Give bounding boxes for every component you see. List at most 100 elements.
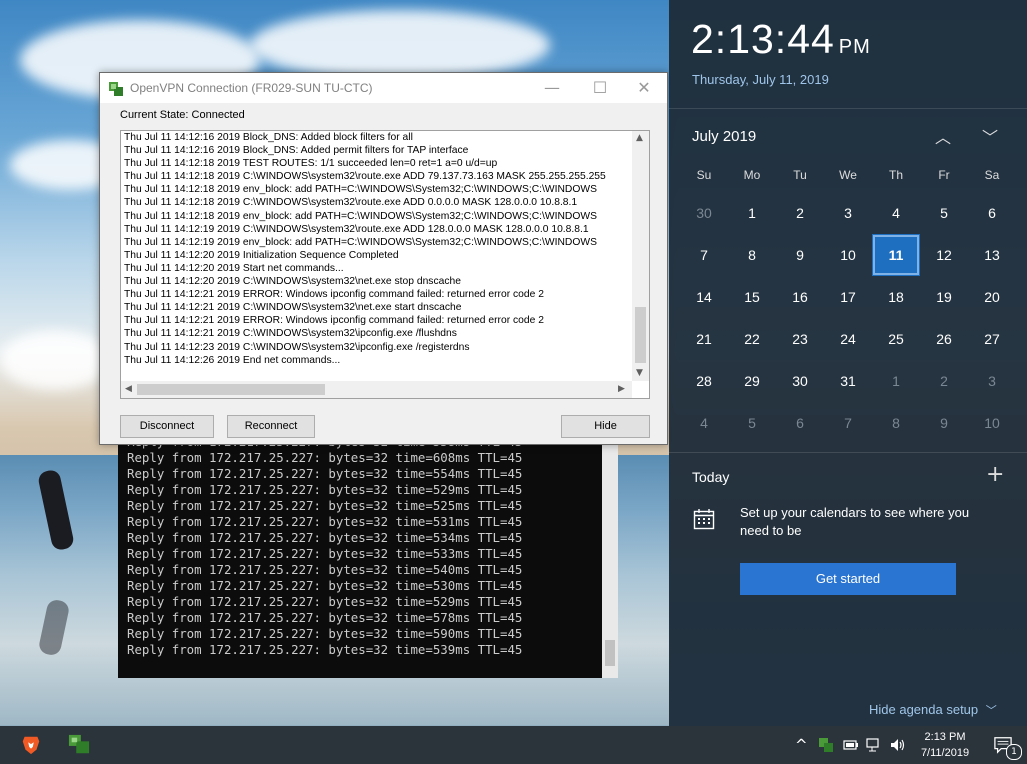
brave-browser-taskbar-button[interactable] — [8, 726, 54, 764]
weekday-label: We — [839, 168, 857, 182]
openvpn-tray-icon[interactable] — [818, 737, 834, 753]
log-textbox[interactable]: Thu Jul 11 14:12:16 2019 Block_DNS: Adde… — [120, 130, 650, 399]
calendar-day[interactable]: 13 — [968, 234, 1016, 276]
calendar-day[interactable]: 6 — [776, 402, 824, 444]
calendar-day-today[interactable]: 11 — [872, 234, 920, 276]
calendar-day[interactable]: 27 — [968, 318, 1016, 360]
show-hidden-icons-chevron-icon[interactable]: ^ — [795, 736, 808, 754]
next-month-chevron-down-icon[interactable]: ﹀ — [982, 124, 998, 148]
window-title: OpenVPN Connection (FR029-SUN TU-CTC) — [130, 81, 373, 95]
calendar-day[interactable]: 9 — [920, 402, 968, 444]
calendar-day[interactable]: 1 — [728, 192, 776, 234]
action-center-button[interactable]: 1 — [984, 726, 1024, 764]
calendar-day[interactable]: 3 — [824, 192, 872, 234]
calendar-day[interactable]: 6 — [968, 192, 1016, 234]
calendar-day[interactable]: 2 — [776, 192, 824, 234]
calendar-day[interactable]: 21 — [680, 318, 728, 360]
previous-month-chevron-up-icon[interactable]: ︿ — [935, 124, 951, 148]
weekday-label: Th — [888, 168, 903, 182]
log-line: Thu Jul 11 14:12:18 2019 C:\WINDOWS\syst… — [124, 197, 578, 209]
calendar-day[interactable]: 22 — [728, 318, 776, 360]
console-line: Reply from 172.217.25.227: bytes=32 time… — [127, 562, 523, 577]
calendar-day[interactable]: 16 — [776, 276, 824, 318]
scroll-up-arrow-icon[interactable]: ▲ — [636, 133, 643, 143]
log-horizontal-thumb[interactable] — [137, 384, 325, 395]
calendar-day[interactable]: 7 — [824, 402, 872, 444]
calendar-day[interactable]: 12 — [920, 234, 968, 276]
log-line: Thu Jul 11 14:12:21 2019 ERROR: Windows … — [124, 289, 544, 301]
openvpn-taskbar-button[interactable] — [56, 726, 102, 764]
log-line: Thu Jul 11 14:12:16 2019 Block_DNS: Adde… — [124, 145, 469, 157]
calendar-day[interactable]: 2 — [920, 360, 968, 402]
taskbar-clock[interactable]: 2:13 PM 7/11/2019 — [912, 729, 978, 761]
calendar-day[interactable]: 10 — [968, 402, 1016, 444]
scroll-left-arrow-icon[interactable]: ◀ — [125, 384, 132, 394]
disconnect-button[interactable]: Disconnect — [120, 415, 214, 438]
close-button[interactable]: ✕ — [621, 73, 667, 103]
add-event-plus-icon[interactable]: + — [986, 462, 1004, 487]
console-line: Reply from 172.217.25.227: bytes=32 time… — [127, 642, 523, 657]
calendar-day[interactable]: 14 — [680, 276, 728, 318]
calendar-day[interactable]: 25 — [872, 318, 920, 360]
title-bar[interactable]: OpenVPN Connection (FR029-SUN TU-CTC) — … — [100, 73, 667, 103]
calendar-day[interactable]: 1 — [872, 360, 920, 402]
command-prompt-window[interactable]: Reply from 172.217.25.227: bytes=32 time… — [118, 430, 618, 678]
calendar-day[interactable]: 30 — [776, 360, 824, 402]
maximize-button[interactable]: ☐ — [577, 73, 623, 103]
calendar-day[interactable]: 26 — [920, 318, 968, 360]
calendar-day[interactable]: 20 — [968, 276, 1016, 318]
log-line: Thu Jul 11 14:12:21 2019 C:\WINDOWS\syst… — [124, 302, 462, 314]
calendar-day[interactable]: 29 — [728, 360, 776, 402]
chevron-down-icon: ﹀ — [985, 705, 997, 717]
brave-lion-icon — [22, 736, 40, 755]
calendar-day[interactable]: 4 — [872, 192, 920, 234]
log-line: Thu Jul 11 14:12:16 2019 Block_DNS: Adde… — [124, 132, 413, 143]
calendar-day[interactable]: 15 — [728, 276, 776, 318]
minimize-button[interactable]: — — [529, 73, 575, 103]
hide-agenda-link[interactable]: Hide agenda setup ﹀ — [869, 702, 997, 718]
taskbar-date: 7/11/2019 — [920, 747, 970, 759]
scroll-down-arrow-icon[interactable]: ▼ — [636, 368, 643, 378]
calendar-day[interactable]: 7 — [680, 234, 728, 276]
volume-icon[interactable] — [889, 737, 905, 753]
get-started-button[interactable]: Get started — [740, 563, 956, 595]
calendar-day[interactable]: 17 — [824, 276, 872, 318]
log-line: Thu Jul 11 14:12:19 2019 C:\WINDOWS\syst… — [124, 223, 589, 235]
battery-icon[interactable] — [843, 737, 859, 753]
calendar-day[interactable]: 9 — [776, 234, 824, 276]
log-line: Thu Jul 11 14:12:20 2019 Start net comma… — [124, 262, 344, 274]
calendar-day[interactable]: 30 — [680, 192, 728, 234]
network-icon[interactable] — [866, 737, 882, 753]
log-vertical-thumb[interactable] — [635, 307, 646, 363]
calendar-day[interactable]: 8 — [728, 234, 776, 276]
calendar-day[interactable]: 23 — [776, 318, 824, 360]
calendar-day[interactable]: 8 — [872, 402, 920, 444]
log-line: Thu Jul 11 14:12:23 2019 C:\WINDOWS\syst… — [124, 341, 470, 353]
calendar-day[interactable]: 19 — [920, 276, 968, 318]
connection-state: Current State: Connected — [120, 109, 245, 121]
log-line: Thu Jul 11 14:12:26 2019 End net command… — [124, 354, 341, 366]
log-horizontal-scrollbar[interactable]: ◀ ▶ — [121, 381, 632, 398]
console-line: Reply from 172.217.25.227: bytes=32 time… — [127, 530, 523, 545]
calendar-day[interactable]: 28 — [680, 360, 728, 402]
log-vertical-scrollbar[interactable]: ▲ ▼ — [632, 131, 649, 381]
month-label[interactable]: July 2019 — [692, 128, 756, 145]
console-scroll-thumb[interactable] — [605, 640, 615, 666]
clock-time: 2:13:44 PM — [691, 16, 871, 63]
console-scrollbar[interactable] — [602, 430, 618, 678]
calendar-day[interactable]: 4 — [680, 402, 728, 444]
reconnect-button[interactable]: Reconnect — [227, 415, 315, 438]
calendar-day[interactable]: 5 — [728, 402, 776, 444]
calendar-day[interactable]: 18 — [872, 276, 920, 318]
calendar-day[interactable]: 31 — [824, 360, 872, 402]
full-date-link[interactable]: Thursday, July 11, 2019 — [692, 72, 829, 87]
scroll-right-arrow-icon[interactable]: ▶ — [618, 384, 625, 394]
calendar-day[interactable]: 3 — [968, 360, 1016, 402]
openvpn-icon — [109, 82, 123, 96]
hide-agenda-label: Hide agenda setup — [869, 702, 979, 717]
calendar-day[interactable]: 5 — [920, 192, 968, 234]
calendar-day[interactable]: 24 — [824, 318, 872, 360]
console-line: Reply from 172.217.25.227: bytes=32 time… — [127, 482, 523, 497]
calendar-day[interactable]: 10 — [824, 234, 872, 276]
hide-button[interactable]: Hide — [561, 415, 650, 438]
